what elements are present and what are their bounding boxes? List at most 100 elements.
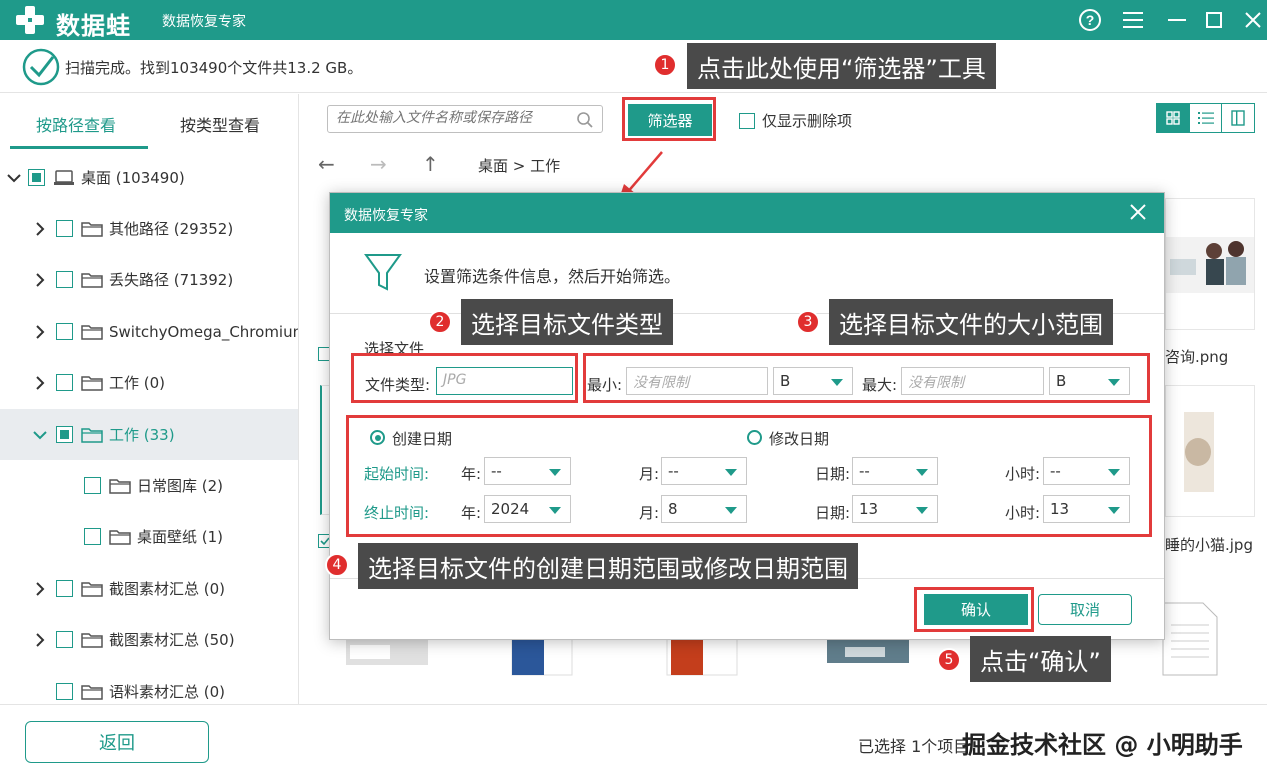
tree-item[interactable]: 截图素材汇总 (0) xyxy=(0,563,298,614)
tree-checkbox[interactable] xyxy=(56,374,73,391)
dialog-hint: 设置筛选条件信息，然后开始筛选。 xyxy=(424,267,681,286)
chevron-right-icon[interactable] xyxy=(32,221,48,237)
title-bar: 数据蛙 数据恢复专家 ? xyxy=(0,0,1267,40)
tree-item[interactable]: 桌面壁纸 (1) xyxy=(0,511,298,562)
step-badge-2: 2 xyxy=(428,310,452,334)
tree-item-content: 其他路径 (29352) xyxy=(56,218,233,239)
tree-checkbox[interactable] xyxy=(84,477,101,494)
step-callout-2: 选择目标文件类型 xyxy=(461,299,673,345)
cancel-button[interactable]: 取消 xyxy=(1038,594,1132,625)
chevron-right-icon[interactable] xyxy=(32,324,48,340)
tree-checkbox[interactable] xyxy=(56,580,73,597)
tree-item[interactable]: 日常图库 (2) xyxy=(0,460,298,511)
list-view-icon[interactable] xyxy=(1188,104,1222,132)
dialog-close-icon[interactable] xyxy=(1128,202,1148,222)
cat-photo-thumbnail xyxy=(1184,412,1214,492)
tree-checkbox[interactable] xyxy=(56,631,73,648)
tree-item[interactable]: 丢失路径 (71392) xyxy=(0,254,298,305)
tree-checkbox[interactable] xyxy=(56,683,73,700)
minimize-icon[interactable] xyxy=(1164,7,1190,33)
view-mode-switch xyxy=(1156,103,1255,133)
tree-item[interactable]: 工作 (33) xyxy=(0,409,298,460)
tab-by-type[interactable]: 按类型查看 xyxy=(180,112,260,136)
chevron-right-icon[interactable] xyxy=(32,632,48,648)
maximize-icon[interactable] xyxy=(1201,7,1227,33)
tree-item-content: 日常图库 (2) xyxy=(84,475,223,496)
search-input[interactable] xyxy=(336,110,566,126)
step-badge-4: 4 xyxy=(325,553,349,577)
back-button[interactable]: 返回 xyxy=(25,721,209,763)
file-thumbnail[interactable] xyxy=(1165,385,1255,517)
tree-item-content: 语料素材汇总 (0) xyxy=(56,681,225,702)
app-subtitle: 数据恢复专家 xyxy=(162,14,246,30)
tree-item[interactable]: 语料素材汇总 (0) xyxy=(0,666,298,704)
tree-item-label: 桌面 (103490) xyxy=(81,169,185,187)
tree-item-label: 桌面壁纸 (1) xyxy=(137,528,224,546)
step-callout-1: 点击此处使用“筛选器”工具 xyxy=(687,43,996,89)
tree-item[interactable]: 工作 (0) xyxy=(0,357,298,408)
chevron-right-icon[interactable] xyxy=(32,272,48,288)
file-thumbnail[interactable] xyxy=(1165,198,1255,330)
folder-icon xyxy=(109,528,131,546)
only-deleted-toggle[interactable]: 仅显示删除项 xyxy=(739,110,852,131)
confirm-highlight-box xyxy=(914,587,1034,632)
tree-item-label: 日常图库 (2) xyxy=(137,477,224,495)
folder-icon xyxy=(81,426,103,444)
folder-icon xyxy=(81,374,103,392)
tree-item[interactable]: 截图素材汇总 (50) xyxy=(0,614,298,665)
tree-item-content: SwitchyOmega_Chromium xyxy=(56,322,299,341)
grid-view-icon[interactable] xyxy=(1157,104,1189,132)
step-callout-5: 点击“确认” xyxy=(970,636,1111,682)
office-photo-thumbnail xyxy=(1166,237,1254,293)
drive-icon xyxy=(53,169,75,187)
detail-view-icon[interactable] xyxy=(1221,104,1254,132)
tree-item-label: SwitchyOmega_Chromium xyxy=(109,322,299,341)
chevron-right-icon[interactable] xyxy=(32,581,48,597)
forward-arrow-icon[interactable]: → xyxy=(370,152,387,176)
tree-item-content: 工作 (33) xyxy=(56,424,175,445)
search-box[interactable] xyxy=(327,105,603,133)
tree-item-label: 工作 (0) xyxy=(109,374,166,392)
tree-item-label: 其他路径 (29352) xyxy=(109,220,234,238)
folder-icon xyxy=(81,220,103,238)
tree-checkbox[interactable] xyxy=(56,220,73,237)
text-file-icon[interactable] xyxy=(1151,575,1255,703)
chevron-right-icon[interactable] xyxy=(32,375,48,391)
active-tab-indicator xyxy=(10,146,148,149)
step-badge-1: 1 xyxy=(653,53,677,77)
search-icon[interactable] xyxy=(576,111,594,129)
tree-item-content: 丢失路径 (71392) xyxy=(56,269,233,290)
tree-checkbox[interactable] xyxy=(28,169,45,186)
scan-status-text: 扫描完成。找到103490个文件共13.2 GB。 xyxy=(65,59,363,77)
partial-check-mark xyxy=(60,430,69,439)
help-icon[interactable]: ? xyxy=(1077,7,1103,33)
tree-item-content: 截图素材汇总 (0) xyxy=(56,578,225,599)
dialog-title-bar: 数据恢复专家 xyxy=(330,193,1164,233)
step-badge-3: 3 xyxy=(796,310,820,334)
check-circle-icon xyxy=(22,48,60,86)
footer-bar: 返回 已选择 1个项目 掘金技术社区 @ 小明助手 xyxy=(0,704,1267,775)
tree-checkbox[interactable] xyxy=(56,323,73,340)
tab-by-path[interactable]: 按路径查看 xyxy=(36,112,116,136)
chevron-down-icon[interactable] xyxy=(6,170,22,186)
folder-icon xyxy=(109,477,131,495)
logo-text: 数据蛙 xyxy=(56,12,131,40)
tree-checkbox[interactable] xyxy=(56,271,73,288)
menu-icon[interactable] xyxy=(1120,7,1146,33)
tree-item[interactable]: SwitchyOmega_Chromium xyxy=(0,306,299,357)
tree-checkbox[interactable] xyxy=(84,528,101,545)
tree-item[interactable]: 桌面 (103490) xyxy=(0,152,298,203)
tree-item-label: 语料素材汇总 (0) xyxy=(109,683,226,701)
close-icon[interactable] xyxy=(1240,7,1266,33)
tree-checkbox[interactable] xyxy=(56,426,73,443)
only-deleted-checkbox[interactable] xyxy=(739,112,755,129)
file-type-highlight-box xyxy=(351,353,578,403)
step-callout-3: 选择目标文件的大小范围 xyxy=(829,299,1113,345)
step-badge-5: 5 xyxy=(937,648,961,672)
up-arrow-icon[interactable]: ↑ xyxy=(422,152,439,176)
tree-item[interactable]: 其他路径 (29352) xyxy=(0,203,298,254)
chevron-down-icon[interactable] xyxy=(32,427,48,443)
back-arrow-icon[interactable]: ← xyxy=(318,152,335,176)
tree-item-content: 截图素材汇总 (50) xyxy=(56,629,235,650)
partial-check-mark xyxy=(32,173,41,182)
